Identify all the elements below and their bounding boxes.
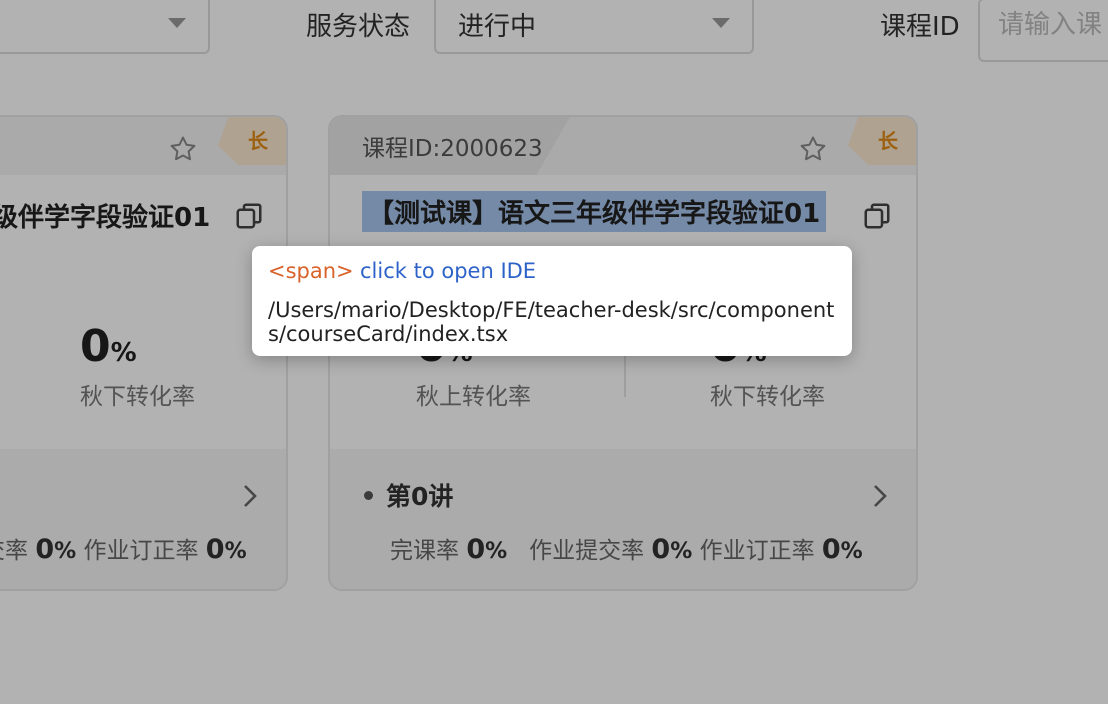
- course-id-label: 课程ID: [880, 12, 960, 42]
- lesson-label[interactable]: 第0讲: [386, 477, 453, 513]
- card-footer: 第0讲 完课率 0% 作业提交率 0% 作业订正率 0%: [330, 449, 916, 589]
- course-id-input[interactable]: [980, 0, 1108, 50]
- stat-value: 0%: [80, 321, 137, 372]
- rates-row: 完课率 0% 作业提交率 0% 作业订正率 0%: [390, 534, 863, 565]
- chevron-right-icon[interactable]: [242, 483, 258, 509]
- star-outline-icon[interactable]: [798, 134, 828, 164]
- open-ide-link[interactable]: click to open IDE: [360, 259, 536, 283]
- course-title: 【测试课】语文三年级伴学字段验证01: [362, 191, 827, 232]
- page: 服务状态 进行中 课程ID 长 级伴学字段验证01 0% 秋下转化率 交率 0: [0, 0, 1108, 704]
- chevron-right-icon[interactable]: [872, 483, 888, 509]
- course-card-left[interactable]: 长 级伴学字段验证01 0% 秋下转化率 交率 0% 作业订正率 0%: [0, 115, 288, 591]
- stat-label-autumn-2: 秋下转化率: [710, 384, 825, 410]
- card-footer: 交率 0% 作业订正率 0%: [0, 449, 286, 589]
- service-status-label: 服务状态: [306, 12, 411, 42]
- rates-row: 交率 0% 作业订正率 0%: [0, 534, 247, 565]
- star-outline-icon[interactable]: [168, 134, 198, 164]
- course-id-field[interactable]: [978, 0, 1108, 62]
- filter-select-left[interactable]: [0, 0, 210, 54]
- tooltip-file-path: /Users/mario/Desktop/FE/teacher-desk/src…: [268, 298, 835, 346]
- course-id: 课程ID:2000623: [362, 136, 543, 162]
- stat-label-autumn-1: 秋上转化率: [416, 384, 531, 410]
- inspector-tooltip[interactable]: <span> click to open IDE /Users/mario/De…: [252, 246, 852, 356]
- course-title: 级伴学字段验证01: [0, 203, 211, 233]
- service-status-value: 进行中: [458, 12, 537, 42]
- bullet-dot: [364, 491, 373, 500]
- copy-icon[interactable]: [862, 201, 892, 231]
- card-header: 课程ID:2000623: [330, 117, 916, 175]
- tooltip-element-tag: <span>: [268, 259, 354, 283]
- copy-icon[interactable]: [234, 201, 264, 231]
- service-status-select[interactable]: 进行中: [434, 0, 754, 54]
- caret-down-icon: [168, 18, 186, 28]
- stat-label: 秋下转化率: [80, 384, 195, 410]
- caret-down-icon: [712, 18, 730, 28]
